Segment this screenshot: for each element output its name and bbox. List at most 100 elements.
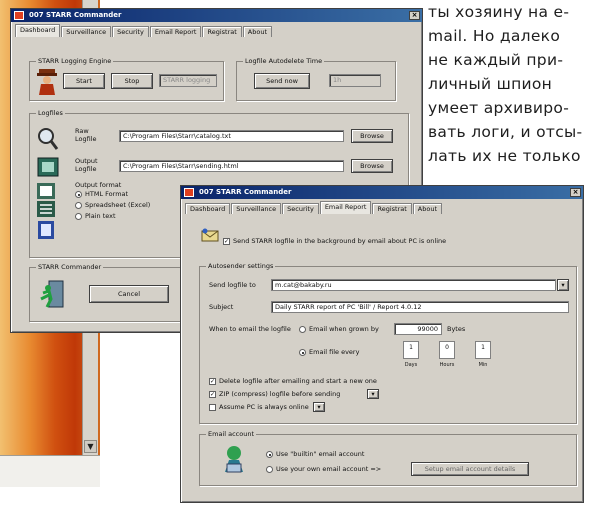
minutes-field[interactable]: 1 <box>475 341 491 359</box>
article-text: ты хозяину на e- mail. Но далеко не кажд… <box>428 0 588 168</box>
mail-person-icon <box>225 446 243 473</box>
article-line: лать их не только <box>428 147 581 165</box>
format-radio-html[interactable] <box>75 191 82 198</box>
output-logfile-label: Output Logfile <box>75 157 98 173</box>
output-logfile-field[interactable]: C:\Program Files\Starr\sending.html <box>119 160 344 172</box>
magnifier-icon <box>38 128 59 150</box>
logfiles-label: Logfiles <box>36 109 65 117</box>
output-file-icon <box>37 157 59 177</box>
raw-logfile-label: Raw Logfile <box>75 127 97 143</box>
online-options-button[interactable]: ▾ <box>313 402 325 412</box>
close-icon[interactable]: × <box>570 188 581 197</box>
tab-surveillance[interactable]: Surveillance <box>61 26 112 37</box>
autodelete-label: Logfile Autodelete Time <box>243 57 325 65</box>
setup-email-account-button[interactable]: Setup email account details <box>411 462 529 476</box>
builtin-account-label: Use "builtin" email account <box>276 450 365 458</box>
radio-email-size[interactable] <box>299 326 306 333</box>
format-option-html: HTML Format <box>85 190 129 198</box>
mail-icon <box>201 228 219 242</box>
back-window-titlebar[interactable]: 007 STARR Commander × <box>11 9 422 22</box>
article-line: mail. Но далеко <box>428 27 561 45</box>
raw-logfile-field[interactable]: C:\Program Files\Starr\catalog.txt <box>119 130 344 142</box>
tab-registration[interactable]: Registrat <box>202 26 242 37</box>
output-browse-button[interactable]: Browse <box>351 159 393 173</box>
tab-about[interactable]: About <box>242 26 272 37</box>
tab-email-report[interactable]: Email Report <box>149 26 202 37</box>
send-to-field[interactable]: m.cat@bakaby.ru <box>271 279 556 291</box>
app-icon <box>14 11 24 20</box>
send-logfile-label: Send STARR logfile in the background by … <box>233 237 447 245</box>
format-option-excel: Spreadsheet (Excel) <box>85 201 151 209</box>
front-window-titlebar[interactable]: 007 STARR Commander × <box>181 186 583 199</box>
spy-figure-icon <box>37 69 57 95</box>
article-line: вать логи, и отсы- <box>428 123 583 141</box>
plaintext-format-icon <box>38 221 54 239</box>
article-line: не каждый при- <box>428 51 564 69</box>
app-icon <box>184 188 194 197</box>
radio-builtin-account[interactable] <box>266 451 273 458</box>
back-window-title: 007 STARR Commander <box>29 11 122 19</box>
online-checkbox[interactable] <box>209 404 216 411</box>
tab-dashboard[interactable]: Dashboard <box>15 24 61 37</box>
email-account-group: Email account <box>199 430 577 486</box>
hours-field[interactable]: 0 <box>439 341 455 359</box>
tab-email-report[interactable]: Email Report <box>319 201 372 214</box>
front-tab-strip: Dashboard Surveillance Security Email Re… <box>181 199 583 214</box>
tab-security[interactable]: Security <box>282 203 319 214</box>
commander-label: STARR Commander <box>36 263 104 271</box>
exit-door-icon <box>40 280 64 308</box>
minutes-caption: Min <box>478 362 488 368</box>
subject-label: Subject <box>209 303 234 311</box>
output-format-label: Output format <box>75 181 122 189</box>
format-radio-excel[interactable] <box>75 202 82 209</box>
days-caption: Days <box>404 362 418 368</box>
size-field[interactable]: 99000 <box>394 323 442 335</box>
tab-security[interactable]: Security <box>112 26 149 37</box>
stop-button[interactable]: Stop <box>111 73 153 89</box>
own-account-label: Use your own email account => <box>276 465 382 473</box>
radio-email-size-label: Email when grown by <box>309 325 379 333</box>
send-logfile-checkbox[interactable]: ✓ <box>223 238 230 245</box>
days-field[interactable]: 1 <box>403 341 419 359</box>
subject-field[interactable]: Daily STARR report of PC 'Bill' / Report… <box>271 301 569 313</box>
background-window-bottom <box>0 455 100 487</box>
tab-surveillance[interactable]: Surveillance <box>231 203 282 214</box>
hours-caption: Hours <box>439 362 455 368</box>
start-button[interactable]: Start <box>63 73 105 89</box>
front-window-title: 007 STARR Commander <box>199 188 292 196</box>
online-label: Assume PC is always online <box>219 403 309 411</box>
cancel-button[interactable]: Cancel <box>89 285 169 303</box>
tab-about[interactable]: About <box>412 203 442 214</box>
scroll-down-arrow-icon[interactable]: ▼ <box>84 440 97 453</box>
spreadsheet-format-icon <box>37 201 55 217</box>
when-label: When to email the logfile <box>209 325 291 333</box>
radio-email-time-label: Email file every <box>309 348 360 356</box>
engine-status-field: STARR logging <box>159 74 217 87</box>
html-format-icon <box>37 183 55 199</box>
zip-checkbox[interactable]: ✓ <box>209 391 216 398</box>
send-to-label: Send logfile to <box>209 281 256 289</box>
send-to-dropdown-button[interactable]: ▾ <box>557 279 569 291</box>
delete-after-label: Delete logfile after emailing and start … <box>219 377 377 385</box>
size-unit-label: Bytes <box>447 325 466 333</box>
send-now-button[interactable]: Send now <box>254 73 310 89</box>
radio-own-account[interactable] <box>266 466 273 473</box>
format-radio-text[interactable] <box>75 213 82 220</box>
back-tab-strip: Dashboard Surveillance Security Email Re… <box>11 22 422 37</box>
email-account-label: Email account <box>206 430 256 438</box>
raw-browse-button[interactable]: Browse <box>351 129 393 143</box>
article-line: личный шпион <box>428 75 553 93</box>
delete-after-checkbox[interactable]: ✓ <box>209 378 216 385</box>
zip-label: ZIP (compress) logfile before sending <box>219 390 341 398</box>
logging-engine-label: STARR Logging Engine <box>36 57 114 65</box>
autosender-label: Autosender settings <box>206 262 276 270</box>
article-line: ты хозяину на e- <box>428 3 570 21</box>
close-icon[interactable]: × <box>409 11 420 20</box>
zip-options-button[interactable]: ▾ <box>367 389 379 399</box>
article-line: умеет архивиро- <box>428 99 570 117</box>
radio-email-time[interactable] <box>299 349 306 356</box>
autodelete-field: 1h <box>329 74 381 87</box>
tab-registration[interactable]: Registrat <box>372 203 412 214</box>
format-option-text: Plain text <box>85 212 116 220</box>
tab-dashboard[interactable]: Dashboard <box>185 203 231 214</box>
